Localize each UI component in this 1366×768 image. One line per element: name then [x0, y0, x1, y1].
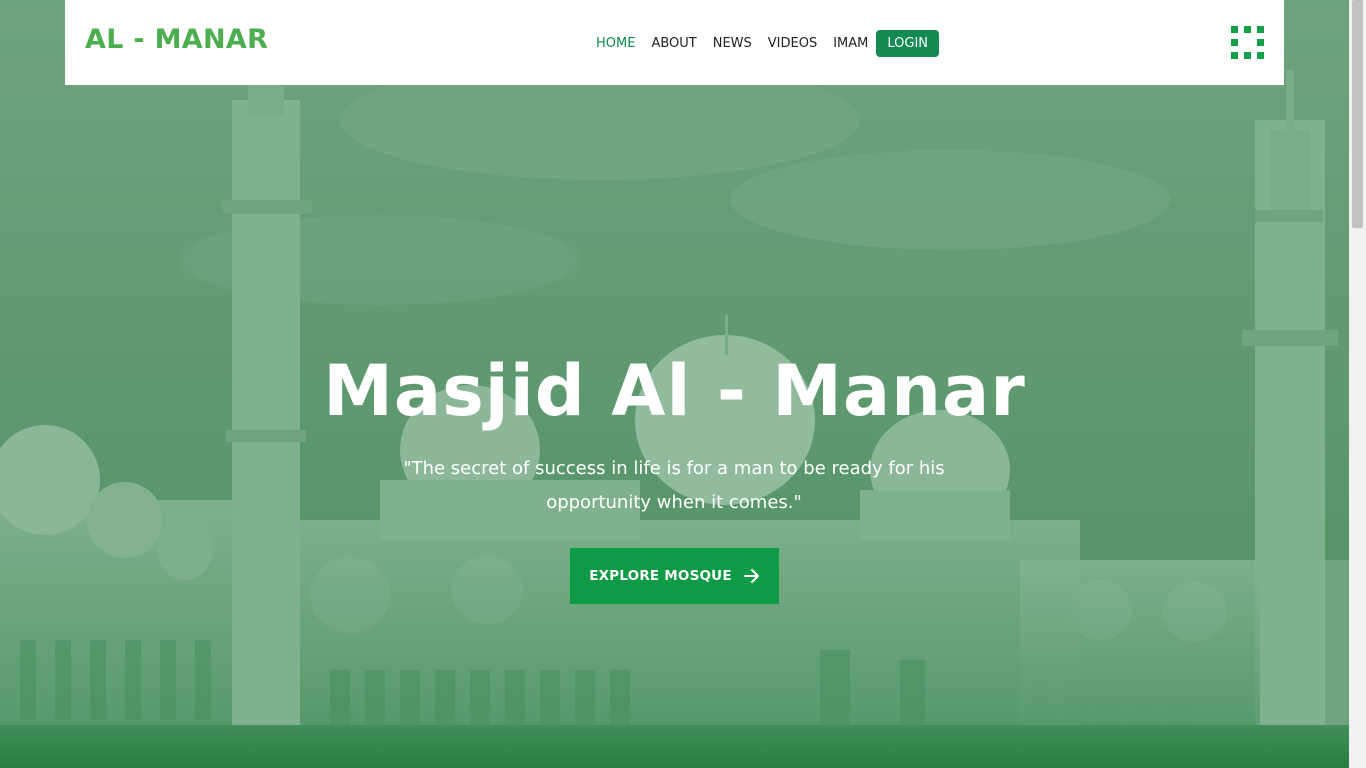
nav-about[interactable]: ABOUT [651, 36, 696, 51]
hero-quote: "The secret of success in life is for a … [403, 458, 945, 513]
grid-menu-icon[interactable] [1231, 26, 1264, 59]
nav-videos[interactable]: VIDEOS [768, 36, 817, 51]
explore-mosque-label: EXPLORE MOSQUE [589, 568, 732, 584]
login-button[interactable]: LOGIN [876, 30, 940, 57]
hero-section: Masjid Al - Manar "The secret of success… [0, 0, 1349, 768]
hero-title: Masjid Al - Manar [323, 350, 1026, 432]
nav-news[interactable]: NEWS [713, 36, 752, 51]
page-scrollbar[interactable] [1349, 0, 1366, 768]
arrow-right-icon [743, 569, 759, 583]
scrollbar-thumb[interactable] [1352, 0, 1363, 228]
brand-logo[interactable]: AL - MANAR [85, 24, 268, 55]
nav-home[interactable]: HOME [596, 36, 635, 51]
main-nav: HOME ABOUT NEWS VIDEOS IMAM LOGIN [596, 30, 940, 57]
hero-content: Masjid Al - Manar "The secret of success… [0, 0, 1349, 768]
nav-imam[interactable]: IMAM [833, 36, 868, 51]
explore-mosque-button[interactable]: EXPLORE MOSQUE [570, 548, 779, 604]
top-navbar: AL - MANAR HOME ABOUT NEWS VIDEOS IMAM L… [65, 0, 1284, 85]
